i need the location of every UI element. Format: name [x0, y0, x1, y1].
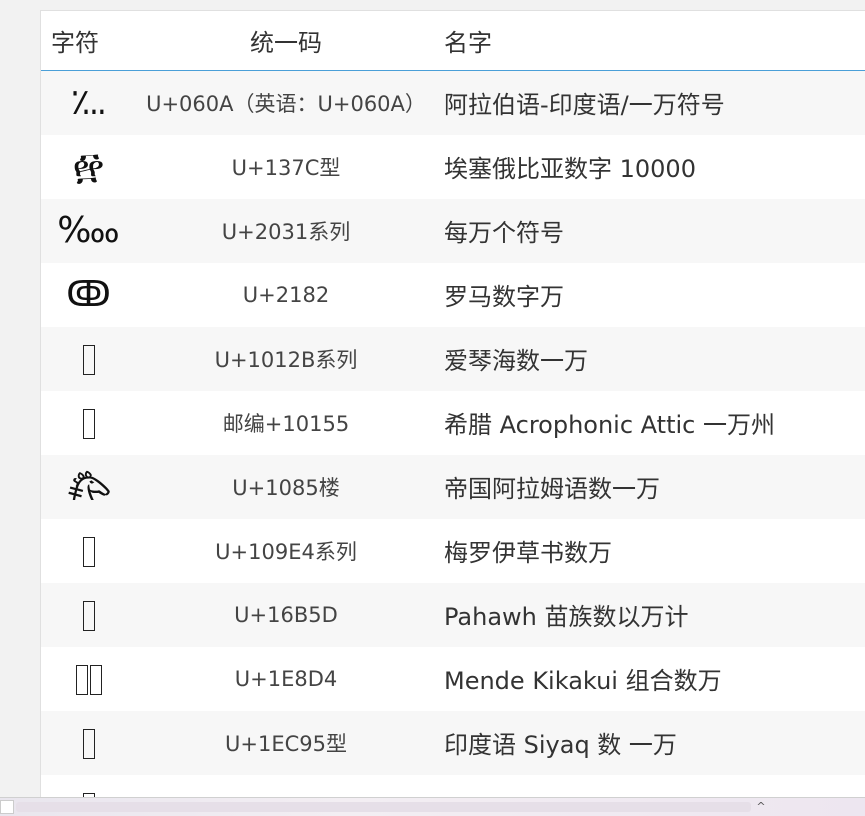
table-row: 邮编+10155 希腊 Acrophonic Attic 一万州: [41, 390, 865, 455]
table-header-row: 字符 统一码 名字: [41, 11, 865, 71]
table-row: ፼ U+137C型 埃塞俄比亚数字 10000: [41, 134, 865, 199]
character-glyph: ፼: [72, 145, 105, 187]
character-name: 罗马数字万: [444, 283, 564, 311]
unicode-table: 字符 统一码 名字 ؊ U+060A（英语：U+060A） 阿拉伯语-印度语/一…: [41, 11, 865, 798]
unicode-code: 邮编+10155: [222, 411, 350, 436]
table-row: U+1E8D4 Mende Kikakui 组合数万: [41, 646, 865, 711]
column-header-unicode: 统一码: [136, 11, 436, 71]
character-name: 阿拉伯语-印度语/一万符号: [444, 91, 725, 120]
horizontal-scrollbar[interactable]: ^: [0, 797, 865, 816]
column-header-character: 字符: [41, 11, 136, 71]
character-glyph-missing: [41, 391, 136, 455]
unicode-code: U+1EC95型: [225, 731, 347, 756]
character-glyph-missing: [41, 519, 136, 583]
missing-glyph-box: [82, 409, 95, 439]
unicode-code: U+2182: [242, 282, 330, 307]
table-row: ‱ U+2031系列 每万个符号: [41, 198, 865, 263]
table-row: ↂ U+2182 罗马数字万: [41, 262, 865, 327]
unicode-code: U+109E4系列: [215, 539, 357, 564]
missing-glyph-box: [82, 345, 95, 375]
unicode-code: U+1E8D4: [234, 666, 338, 691]
table-row: U+1EC95型 印度语 Siyaq 数 一万: [41, 710, 865, 775]
table-row-partial: [41, 774, 865, 798]
missing-glyph-box: [75, 665, 88, 695]
scrollbar-left-button[interactable]: [0, 800, 14, 814]
character-glyph: ↂ: [66, 274, 111, 315]
character-name: 每万个符号: [444, 219, 564, 247]
missing-glyph-box: [82, 601, 95, 631]
character-name: Mende Kikakui 组合数万: [444, 667, 722, 695]
table-row: 𐂅 U+1085楼 帝国阿拉姆语数一万: [41, 454, 865, 519]
table-row: U+16B5D Pahawh 苗族数以万计: [41, 582, 865, 647]
unicode-code: U+1012B系列: [214, 347, 358, 372]
character-name: 埃塞俄比亚数字 10000: [444, 155, 696, 183]
character-name: 爱琴海数一万: [444, 347, 588, 375]
character-glyph-missing: [41, 583, 136, 647]
table-row: U+109E4系列 梅罗伊草书数万: [41, 518, 865, 583]
character-name: 梅罗伊草书数万: [444, 539, 612, 567]
missing-glyph-box: [89, 665, 102, 695]
character-name: 帝国阿拉姆语数一万: [444, 475, 660, 503]
unicode-code: U+16B5D: [234, 602, 338, 627]
missing-glyph-box: [82, 537, 95, 567]
unicode-table-container: 字符 统一码 名字 ؊ U+060A（英语：U+060A） 阿拉伯语-印度语/一…: [40, 10, 865, 798]
character-glyph: ؊: [70, 82, 107, 124]
scrollbar-thumb[interactable]: [16, 802, 751, 812]
unicode-code: U+137C型: [231, 155, 341, 180]
unicode-code: U+1085楼: [232, 475, 340, 500]
character-name: 印度语 Siyaq 数 一万: [444, 731, 677, 759]
table-row: U+1012B系列 爱琴海数一万: [41, 326, 865, 391]
left-gutter: [0, 0, 40, 797]
page: 字符 统一码 名字 ؊ U+060A（英语：U+060A） 阿拉伯语-印度语/一…: [0, 0, 865, 798]
character-glyph: 𐂅: [66, 468, 111, 509]
scroll-up-arrow-icon[interactable]: ^: [753, 799, 769, 815]
missing-glyph-box: [82, 729, 95, 759]
character-glyph: ‱: [57, 210, 120, 251]
column-header-name: 名字: [436, 11, 865, 71]
character-glyph-missing: [41, 327, 136, 391]
unicode-code: U+060A（英语：U+060A）: [146, 91, 426, 116]
character-name: 希腊 Acrophonic Attic 一万州: [444, 411, 775, 439]
unicode-code: U+2031系列: [221, 219, 351, 244]
character-glyph-missing: [41, 647, 136, 711]
table-row: ؊ U+060A（英语：U+060A） 阿拉伯语-印度语/一万符号: [41, 70, 865, 135]
character-name: Pahawh 苗族数以万计: [444, 603, 689, 631]
character-glyph-missing: [41, 711, 136, 775]
